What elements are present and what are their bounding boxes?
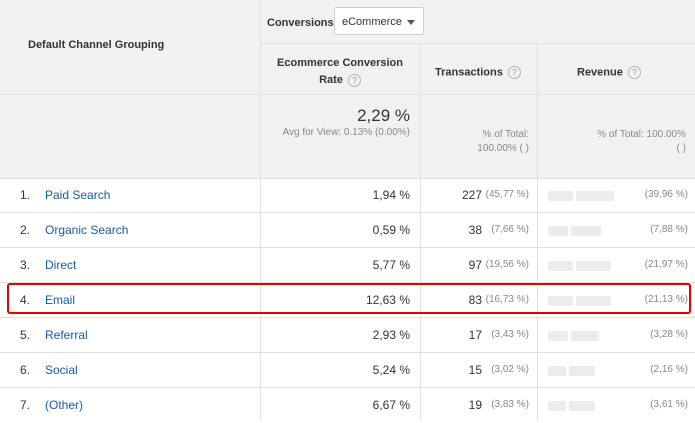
row-index: 6. — [20, 363, 31, 377]
conversion-rate-cell: 5,77 % — [372, 258, 410, 272]
transactions-cell: 15 — [468, 363, 482, 377]
summary-rate-value: 2,29 % — [357, 106, 410, 125]
transactions-pct-cell: (45,77 %) — [485, 189, 529, 200]
col-header-rate-line1: Ecommerce Conversion — [277, 57, 403, 69]
divider — [260, 43, 695, 44]
channel-link[interactable]: Organic Search — [45, 223, 128, 237]
conversion-rate-cell: 1,94 % — [372, 188, 410, 202]
transactions-cell: 227 — [461, 188, 482, 202]
row-index: 1. — [20, 188, 31, 202]
revenue-pct-cell: (3,28 %) — [650, 329, 688, 340]
revenue-pct-cell: (39,96 %) — [644, 189, 688, 200]
transactions-cell: 38 — [468, 223, 482, 237]
chevron-down-icon — [407, 20, 415, 25]
table-row: 6. Social 5,24 % 15 (3,02 %) (2,16 %) — [0, 353, 695, 388]
channel-link[interactable]: Referral — [45, 328, 88, 342]
revenue-pct-cell: (3,61 %) — [650, 399, 688, 410]
channel-link[interactable]: (Other) — [45, 398, 83, 412]
help-icon[interactable]: ? — [507, 66, 521, 79]
transactions-total-line1: % of Total: — [482, 129, 529, 140]
channel-link[interactable]: Paid Search — [45, 188, 110, 202]
table-row: 1. Paid Search 1,94 % 227 (45,77 %) (39,… — [0, 178, 695, 213]
revenue-redacted — [548, 223, 618, 237]
conversions-dropdown[interactable]: eCommerce — [334, 7, 424, 35]
revenue-redacted — [548, 398, 618, 412]
revenue-redacted — [548, 258, 618, 272]
transactions-cell: 97 — [468, 258, 482, 272]
transactions-pct-cell: (3,02 %) — [491, 364, 529, 375]
row-index: 7. — [20, 398, 31, 412]
conversions-dropdown-value: eCommerce — [342, 16, 402, 28]
divider — [0, 94, 695, 95]
table-row: 2. Organic Search 0,59 % 38 (7,66 %) (7,… — [0, 213, 695, 248]
channel-link[interactable]: Social — [45, 363, 78, 377]
revenue-redacted — [548, 328, 618, 342]
table-row: 3. Direct 5,77 % 97 (19,56 %) (21,97 %) — [0, 248, 695, 283]
dimension-header[interactable]: Default Channel Grouping — [28, 39, 164, 51]
help-icon[interactable]: ? — [627, 66, 641, 79]
revenue-total-line1: % of Total: 100.00% — [597, 129, 686, 140]
conversion-rate-cell: 6,67 % — [372, 398, 410, 412]
transactions-pct-cell: (19,56 %) — [485, 259, 529, 270]
transactions-pct-cell: (3,83 %) — [491, 399, 529, 410]
revenue-redacted — [548, 188, 618, 202]
col-header-conversion-rate[interactable]: Ecommerce Conversion Rate? — [262, 55, 418, 89]
channel-link[interactable]: Direct — [45, 258, 76, 272]
revenue-pct-cell: (7,88 %) — [650, 224, 688, 235]
highlight-box — [7, 283, 691, 314]
revenue-total: % of Total: 100.00% ( ) — [597, 128, 686, 156]
conversion-rate-cell: 0,59 % — [372, 223, 410, 237]
transactions-pct-cell: (7,66 %) — [491, 224, 529, 235]
table-row: 5. Referral 2,93 % 17 (3,43 %) (3,28 %) — [0, 318, 695, 353]
row-index: 3. — [20, 258, 31, 272]
transactions-total-line2: 100.00% ( ) — [477, 143, 529, 154]
transactions-cell: 17 — [468, 328, 482, 342]
help-icon[interactable]: ? — [347, 73, 361, 87]
conversions-label: Conversions — [267, 17, 334, 29]
row-index: 2. — [20, 223, 31, 237]
col-header-revenue[interactable]: Revenue? — [577, 66, 641, 79]
revenue-redacted — [548, 363, 618, 377]
summary-rate-avg: Avg for View: 0.13% (0.00%) — [282, 127, 410, 138]
table-row: 7. (Other) 6,67 % 19 (3,83 %) (3,61 %) — [0, 388, 695, 423]
transactions-total: % of Total: 100.00% ( ) — [477, 128, 529, 156]
conversion-rate-cell: 2,93 % — [372, 328, 410, 342]
col-header-rate-line2: Rate? — [262, 72, 418, 89]
col-header-transactions[interactable]: Transactions? — [435, 66, 521, 79]
transactions-pct-cell: (3,43 %) — [491, 329, 529, 340]
row-index: 5. — [20, 328, 31, 342]
transactions-cell: 19 — [468, 398, 482, 412]
conversion-rate-cell: 5,24 % — [372, 363, 410, 377]
revenue-pct-cell: (21,97 %) — [644, 259, 688, 270]
revenue-pct-cell: (2,16 %) — [650, 364, 688, 375]
revenue-total-line2: ( ) — [676, 143, 686, 154]
